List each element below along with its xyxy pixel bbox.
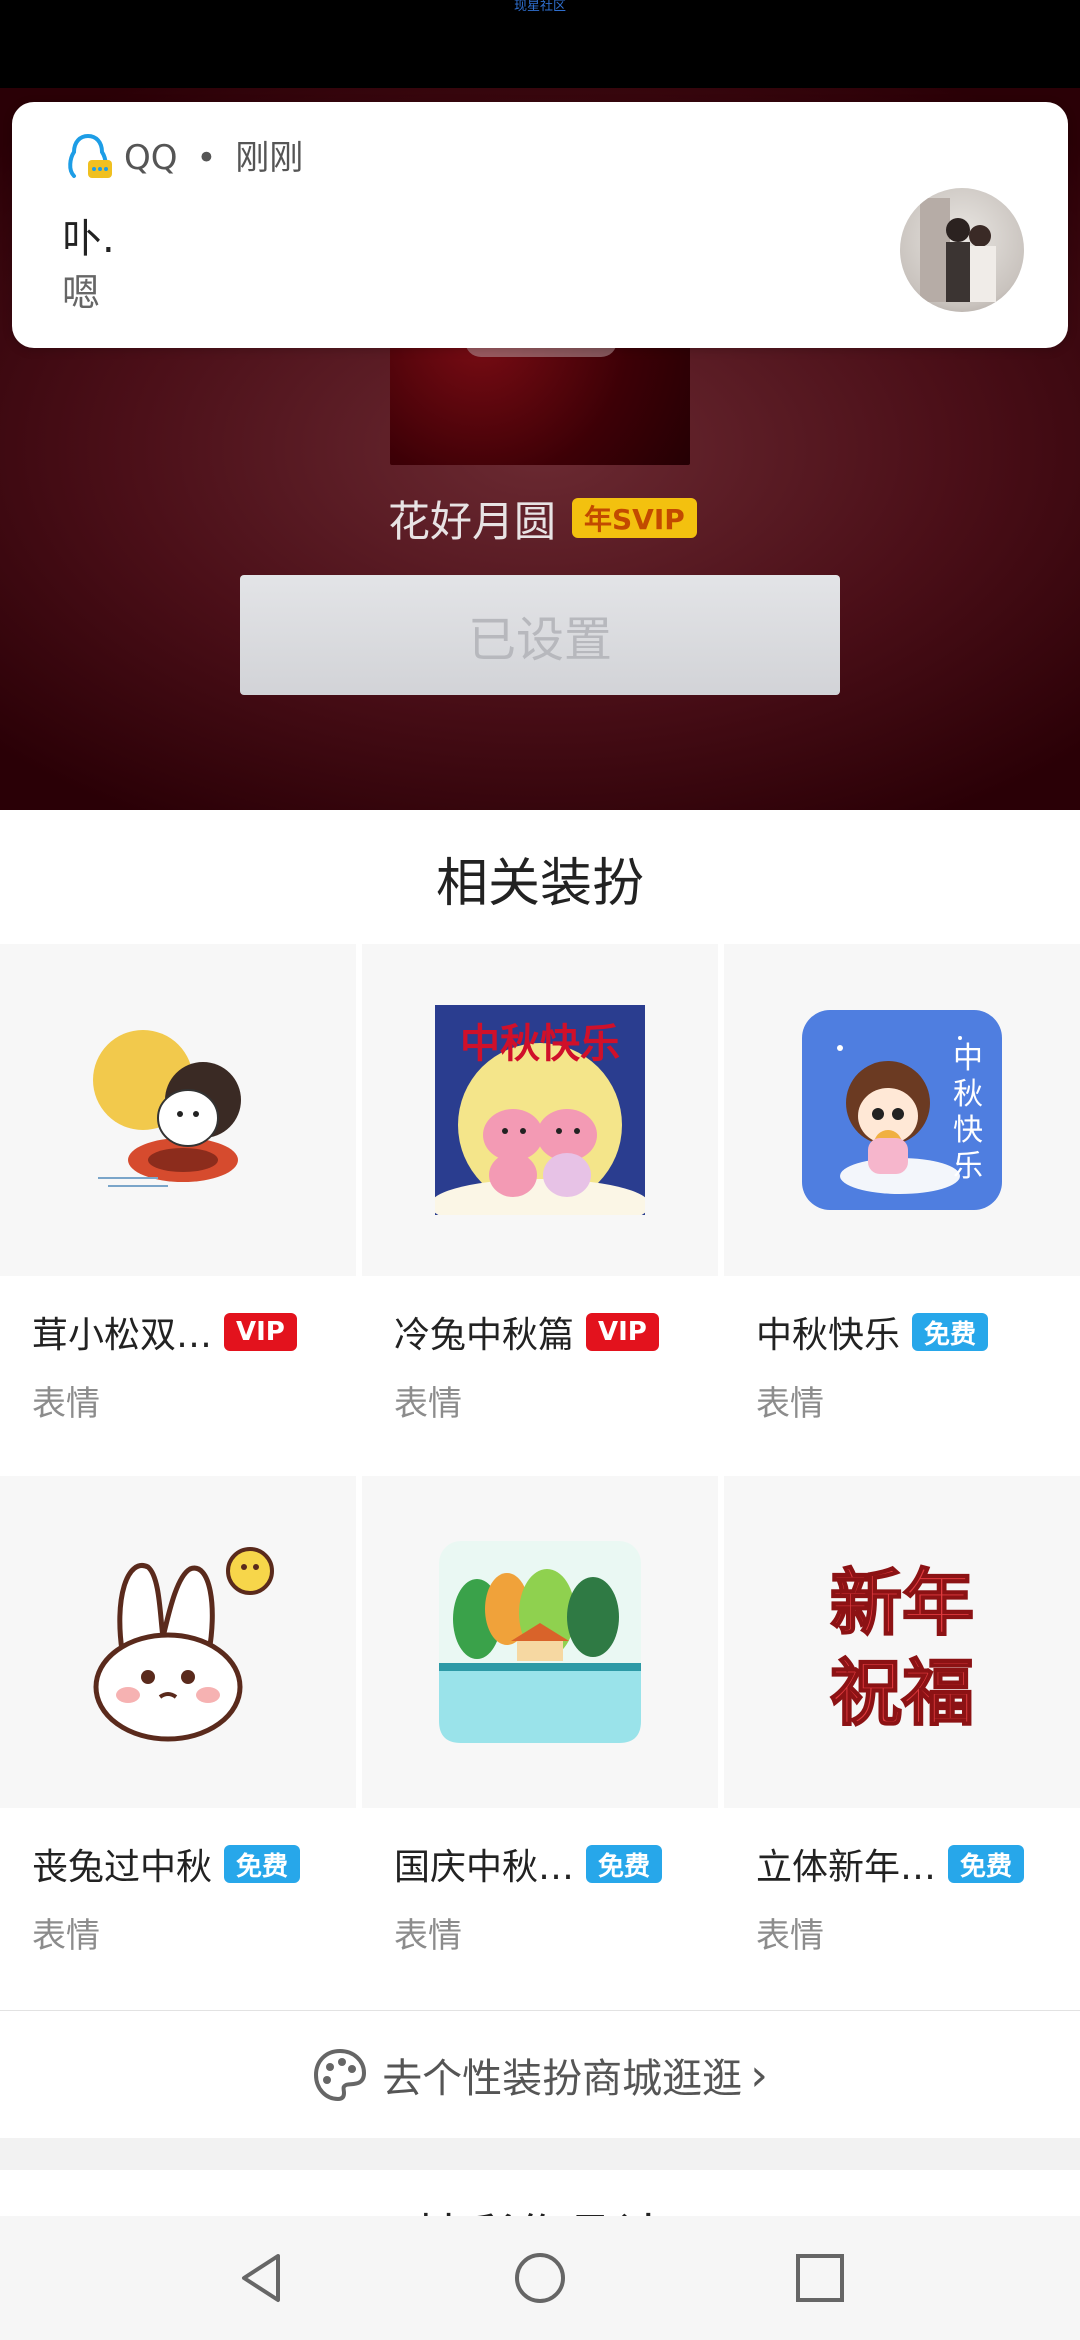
related-item-title-row: 冷兔中秋篇 VIP xyxy=(394,1306,659,1358)
item-type: 表情 xyxy=(756,1384,824,1424)
item-type: 表情 xyxy=(32,1384,100,1424)
already-set-button[interactable]: 已设置 xyxy=(240,575,840,695)
new-year-sticker: 新年 祝福 xyxy=(724,1476,1080,1808)
art-char: 乐 xyxy=(953,1149,983,1184)
notification-time: 刚刚 xyxy=(235,138,304,178)
item-type: 表情 xyxy=(756,1916,824,1956)
notification-body: 嗯 xyxy=(62,271,101,315)
vip-badge: VIP xyxy=(224,1313,297,1351)
art-char: 秋 xyxy=(953,1077,983,1112)
notification-header: QQ • 刚刚 xyxy=(124,136,303,180)
theme-name-row: 花好月圆 年SVIP xyxy=(388,490,697,546)
moon-rabbit-sticker xyxy=(0,944,356,1276)
free-badge: 免费 xyxy=(224,1845,301,1883)
free-badge: 免费 xyxy=(948,1845,1025,1883)
item-title: 中秋快乐 xyxy=(756,1315,901,1356)
related-item[interactable]: 中秋快乐 冷兔中秋篇 VIP 表情 xyxy=(362,944,718,1424)
qq-notification[interactable]: QQ • 刚刚 卟. 嗯 xyxy=(12,102,1068,348)
related-item[interactable]: 国庆中秋… 免费 表情 xyxy=(362,1476,718,1956)
notification-title: 卟. xyxy=(62,216,115,262)
back-icon[interactable] xyxy=(232,2248,292,2308)
art-banner-text: 中秋快乐 xyxy=(460,1021,620,1067)
home-icon[interactable] xyxy=(510,2248,570,2308)
related-item-title-row: 茸小松双… VIP xyxy=(32,1306,297,1358)
sad-rabbit-sticker xyxy=(0,1476,356,1808)
related-item-title-row: 国庆中秋… 免费 xyxy=(394,1838,663,1890)
related-section-title: 相关装扮 xyxy=(435,853,644,914)
related-item[interactable]: 茸小松双… VIP 表情 xyxy=(0,944,356,1424)
item-type: 表情 xyxy=(394,1384,462,1424)
art-line: 祝福 xyxy=(830,1651,974,1735)
related-item-title-row: 丧兔过中秋 免费 xyxy=(32,1838,301,1890)
landscape-sticker xyxy=(362,1476,718,1808)
free-badge: 免费 xyxy=(586,1845,663,1883)
item-title: 冷兔中秋篇 xyxy=(394,1315,575,1356)
theme-name: 花好月圆 xyxy=(388,496,557,546)
navigation-bar xyxy=(0,2216,1080,2340)
notification-separator: • xyxy=(196,138,217,178)
item-title: 立体新年… xyxy=(756,1847,937,1888)
item-title: 丧兔过中秋 xyxy=(32,1847,213,1888)
shop-link-label: 去个性装扮商城逛逛 xyxy=(382,2056,743,2102)
item-title: 茸小松双… xyxy=(32,1315,213,1356)
art-line: 新年 xyxy=(830,1561,974,1645)
item-type: 表情 xyxy=(394,1916,462,1956)
contact-avatar xyxy=(900,188,1024,312)
related-item[interactable]: 丧兔过中秋 免费 表情 xyxy=(0,1476,356,1956)
qq-penguin-icon xyxy=(68,133,112,178)
free-badge: 免费 xyxy=(912,1313,989,1351)
item-title: 国庆中秋… xyxy=(394,1847,575,1888)
go-to-shop-link[interactable]: 去个性装扮商城逛逛 › xyxy=(0,2010,1080,2139)
palette-icon xyxy=(314,2048,367,2102)
art-char: 快 xyxy=(953,1113,983,1148)
status-bar: 现星社区 xyxy=(0,0,1080,88)
related-item-title-row: 中秋快乐 免费 xyxy=(756,1306,989,1358)
avatar-photo-icon xyxy=(920,198,996,302)
related-item[interactable]: 中 秋 快 乐 中秋快乐 免费 表情 xyxy=(724,944,1080,1424)
chevron-right-icon: › xyxy=(750,2049,768,2101)
mid-autumn-rabbits-sticker: 中秋快乐 xyxy=(362,944,718,1276)
recents-icon[interactable] xyxy=(790,2248,850,2308)
related-item-title-row: 立体新年… 免费 xyxy=(756,1838,1025,1890)
section-divider xyxy=(0,2138,1080,2170)
notification-app-name: QQ xyxy=(124,138,178,178)
mid-autumn-girl-sticker: 中 秋 快 乐 xyxy=(724,944,1080,1276)
item-type: 表情 xyxy=(32,1916,100,1956)
svip-badge: 年SVIP xyxy=(572,498,697,538)
status-bar-text: 现星社区 xyxy=(513,0,566,14)
vip-badge: VIP xyxy=(586,1313,659,1351)
related-item[interactable]: 新年 祝福 立体新年… 免费 表情 xyxy=(724,1476,1080,1956)
art-char: 中 xyxy=(953,1041,983,1076)
